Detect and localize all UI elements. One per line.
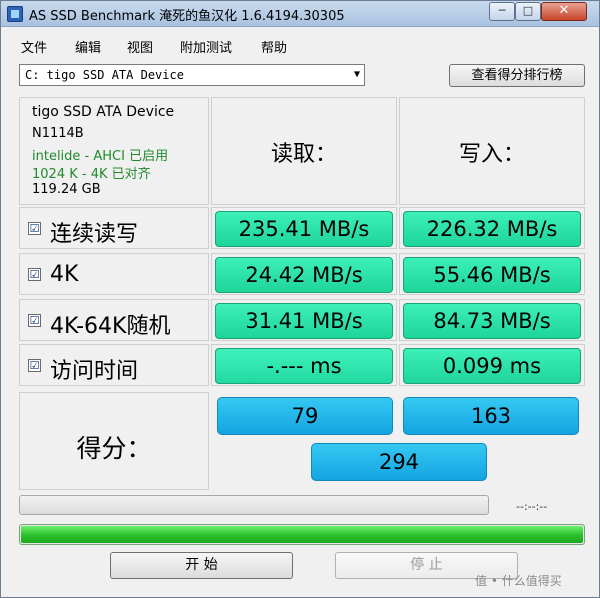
score-label-panel: 得分： bbox=[19, 392, 209, 490]
row-4k-label: ☑ 4K bbox=[19, 253, 209, 295]
drive-select[interactable]: C: tigo SSD ATA Device ▼ bbox=[19, 64, 365, 86]
4k-read-value: 24.42 MB/s bbox=[215, 257, 393, 293]
watermark: 值 • 什么值得买 bbox=[475, 574, 562, 588]
read-header: 读取： bbox=[270, 142, 337, 167]
device-driver: intelide - AHCI 已启用 bbox=[32, 149, 169, 164]
device-alignment: 1024 K - 4K 已对齐 bbox=[32, 167, 151, 182]
drive-select-value: C: tigo SSD ATA Device bbox=[25, 68, 184, 82]
start-button[interactable]: 开 始 bbox=[110, 552, 293, 579]
4k-write-value: 55.46 MB/s bbox=[403, 257, 581, 293]
access-read-cell: -.--- ms bbox=[211, 344, 397, 386]
menu-bar: 文件 编辑 视图 附加测试 帮助 bbox=[1, 33, 599, 56]
score-label: 得分： bbox=[76, 434, 152, 463]
score-write: 163 bbox=[403, 397, 579, 435]
device-info-panel: tigo SSD ATA Device N1114B intelide - AH… bbox=[19, 97, 209, 205]
menu-extra-tests[interactable]: 附加测试 bbox=[180, 37, 232, 56]
access-checkbox[interactable]: ☑ bbox=[28, 359, 41, 372]
window-title: AS SSD Benchmark 淹死的鱼汉化 1.6.4194.30305 bbox=[29, 9, 345, 24]
seq-write-cell: 226.32 MB/s bbox=[399, 207, 585, 249]
chevron-down-icon: ▼ bbox=[353, 69, 360, 80]
row-label-text: 连续读写 bbox=[50, 222, 139, 247]
device-firmware: N1114B bbox=[32, 126, 84, 141]
row-seq-label: ☑ 连续读写 bbox=[19, 207, 209, 249]
4k-read-cell: 24.42 MB/s bbox=[211, 253, 397, 295]
menu-file[interactable]: 文件 bbox=[21, 37, 47, 56]
minimize-icon: ─ bbox=[498, 4, 506, 17]
maximize-button[interactable]: □ bbox=[515, 2, 541, 21]
menu-help[interactable]: 帮助 bbox=[261, 37, 287, 56]
4k64-write-cell: 84.73 MB/s bbox=[399, 299, 585, 341]
row-label-text: 4K bbox=[50, 262, 79, 287]
row-4k64-label: ☑ 4K-64K随机 bbox=[19, 299, 209, 341]
4k64-read-value: 31.41 MB/s bbox=[215, 303, 393, 339]
score-read: 79 bbox=[217, 397, 393, 435]
device-name: tigo SSD ATA Device bbox=[32, 104, 175, 120]
access-write-value: 0.099 ms bbox=[403, 348, 581, 384]
4k64-write-value: 84.73 MB/s bbox=[403, 303, 581, 339]
4k-write-cell: 55.46 MB/s bbox=[399, 253, 585, 295]
test-progress-bar bbox=[19, 495, 489, 515]
4k64-read-cell: 31.41 MB/s bbox=[211, 299, 397, 341]
maximize-icon: □ bbox=[522, 4, 534, 17]
seq-write-value: 226.32 MB/s bbox=[403, 211, 581, 247]
4k-checkbox[interactable]: ☑ bbox=[28, 268, 41, 281]
minimize-button[interactable]: ─ bbox=[489, 2, 515, 21]
read-header-panel: 读取： bbox=[211, 97, 397, 205]
seq-read-cell: 235.41 MB/s bbox=[211, 207, 397, 249]
score-total: 294 bbox=[311, 443, 487, 481]
rank-button[interactable]: 查看得分排行榜 bbox=[449, 64, 585, 87]
access-read-value: -.--- ms bbox=[215, 348, 393, 384]
overall-progress-bar bbox=[19, 524, 585, 545]
access-write-cell: 0.099 ms bbox=[399, 344, 585, 386]
seq-read-value: 235.41 MB/s bbox=[215, 211, 393, 247]
elapsed-time: --:--:-- bbox=[516, 500, 548, 513]
app-window: AS SSD Benchmark 淹死的鱼汉化 1.6.4194.30305 ─… bbox=[0, 0, 600, 598]
row-label-text: 访问时间 bbox=[50, 359, 139, 384]
seq-checkbox[interactable]: ☑ bbox=[28, 222, 41, 235]
write-header: 写入： bbox=[458, 142, 525, 167]
close-icon: ✕ bbox=[558, 3, 570, 18]
title-bar[interactable]: AS SSD Benchmark 淹死的鱼汉化 1.6.4194.30305 ─… bbox=[1, 1, 599, 27]
row-access-label: ☑ 访问时间 bbox=[19, 344, 209, 386]
write-header-panel: 写入： bbox=[399, 97, 585, 205]
close-button[interactable]: ✕ bbox=[541, 2, 587, 21]
menu-view[interactable]: 视图 bbox=[127, 37, 153, 56]
app-icon bbox=[7, 6, 23, 22]
overall-progress-fill bbox=[21, 526, 583, 543]
4k64-checkbox[interactable]: ☑ bbox=[28, 314, 41, 327]
row-label-text: 4K-64K随机 bbox=[50, 314, 171, 339]
menu-edit[interactable]: 编辑 bbox=[75, 37, 101, 56]
device-size: 119.24 GB bbox=[32, 182, 101, 197]
